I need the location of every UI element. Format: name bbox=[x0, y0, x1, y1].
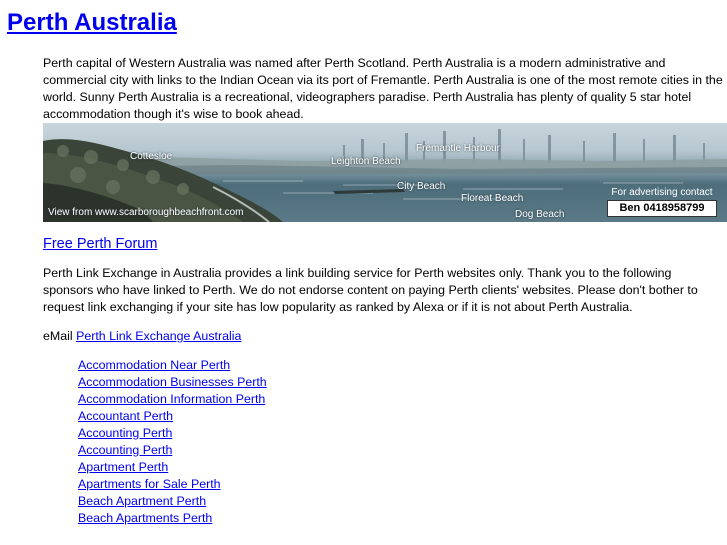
perth-coast-banner[interactable]: Cottesloe Leighton Beach Fremantle Harbo… bbox=[43, 123, 727, 222]
list-item: Accounting Perth bbox=[78, 425, 723, 442]
advertising-contact-label: For advertising contact bbox=[611, 187, 713, 198]
email-link-exchange-link[interactable]: Perth Link Exchange Australia bbox=[76, 329, 241, 343]
main-content: Perth capital of Western Australia was n… bbox=[43, 55, 727, 527]
label-city-beach: City Beach bbox=[397, 181, 446, 192]
list-item: Apartment Perth bbox=[78, 459, 723, 476]
free-perth-forum-link[interactable]: Free Perth Forum bbox=[43, 235, 157, 253]
advertising-contact-box: For advertising contact Ben 0418958799 bbox=[600, 187, 724, 217]
email-prefix: eMail bbox=[43, 329, 77, 343]
page: Perth Australia Perth capital of Western… bbox=[0, 0, 727, 545]
sponsor-link[interactable]: Accommodation Near Perth bbox=[78, 358, 230, 372]
sponsor-link[interactable]: Apartment Perth bbox=[78, 460, 168, 474]
site-title-link[interactable]: Perth Australia bbox=[7, 6, 177, 40]
label-dog-beach: Dog Beach bbox=[515, 209, 565, 220]
link-exchange-paragraph: Perth Link Exchange in Australia provide… bbox=[43, 266, 698, 314]
sponsor-link[interactable]: Accommodation Businesses Perth bbox=[78, 375, 267, 389]
list-item: Beach Apartment Perth bbox=[78, 493, 723, 510]
label-leighton-beach: Leighton Beach bbox=[331, 156, 401, 167]
label-fremantle-harbour: Fremantle Harbour bbox=[416, 143, 500, 154]
sponsor-link[interactable]: Beach Apartment Perth bbox=[78, 494, 206, 508]
banner-credit: View from www.scarboroughbeachfront.com bbox=[48, 207, 244, 218]
list-item: Accommodation Near Perth bbox=[78, 357, 723, 374]
sponsor-links-list: Accommodation Near Perth Accommodation Bu… bbox=[78, 357, 723, 527]
intro-paragraph: Perth capital of Western Australia was n… bbox=[43, 56, 723, 121]
sponsor-link[interactable]: Accounting Perth bbox=[78, 443, 172, 457]
sponsor-link[interactable]: Apartments for Sale Perth bbox=[78, 477, 221, 491]
sponsor-link[interactable]: Accommodation Information Perth bbox=[78, 392, 265, 406]
label-cottesloe: Cottesloe bbox=[130, 151, 173, 162]
sponsor-link[interactable]: Accountant Perth bbox=[78, 409, 173, 423]
label-floreat-beach: Floreat Beach bbox=[461, 193, 524, 204]
list-item: Beach Apartments Perth bbox=[78, 510, 723, 527]
advertising-phone: Ben 0418958799 bbox=[607, 200, 717, 217]
list-item: Apartments for Sale Perth bbox=[78, 476, 723, 493]
list-item: Accommodation Businesses Perth bbox=[78, 374, 723, 391]
list-item: Accountant Perth bbox=[78, 408, 723, 425]
sponsor-link[interactable]: Accounting Perth bbox=[78, 426, 172, 440]
sponsor-link[interactable]: Beach Apartments Perth bbox=[78, 511, 212, 525]
email-line: eMail Perth Link Exchange Australia bbox=[43, 328, 723, 345]
list-item: Accommodation Information Perth bbox=[78, 391, 723, 408]
list-item: Accounting Perth bbox=[78, 442, 723, 459]
